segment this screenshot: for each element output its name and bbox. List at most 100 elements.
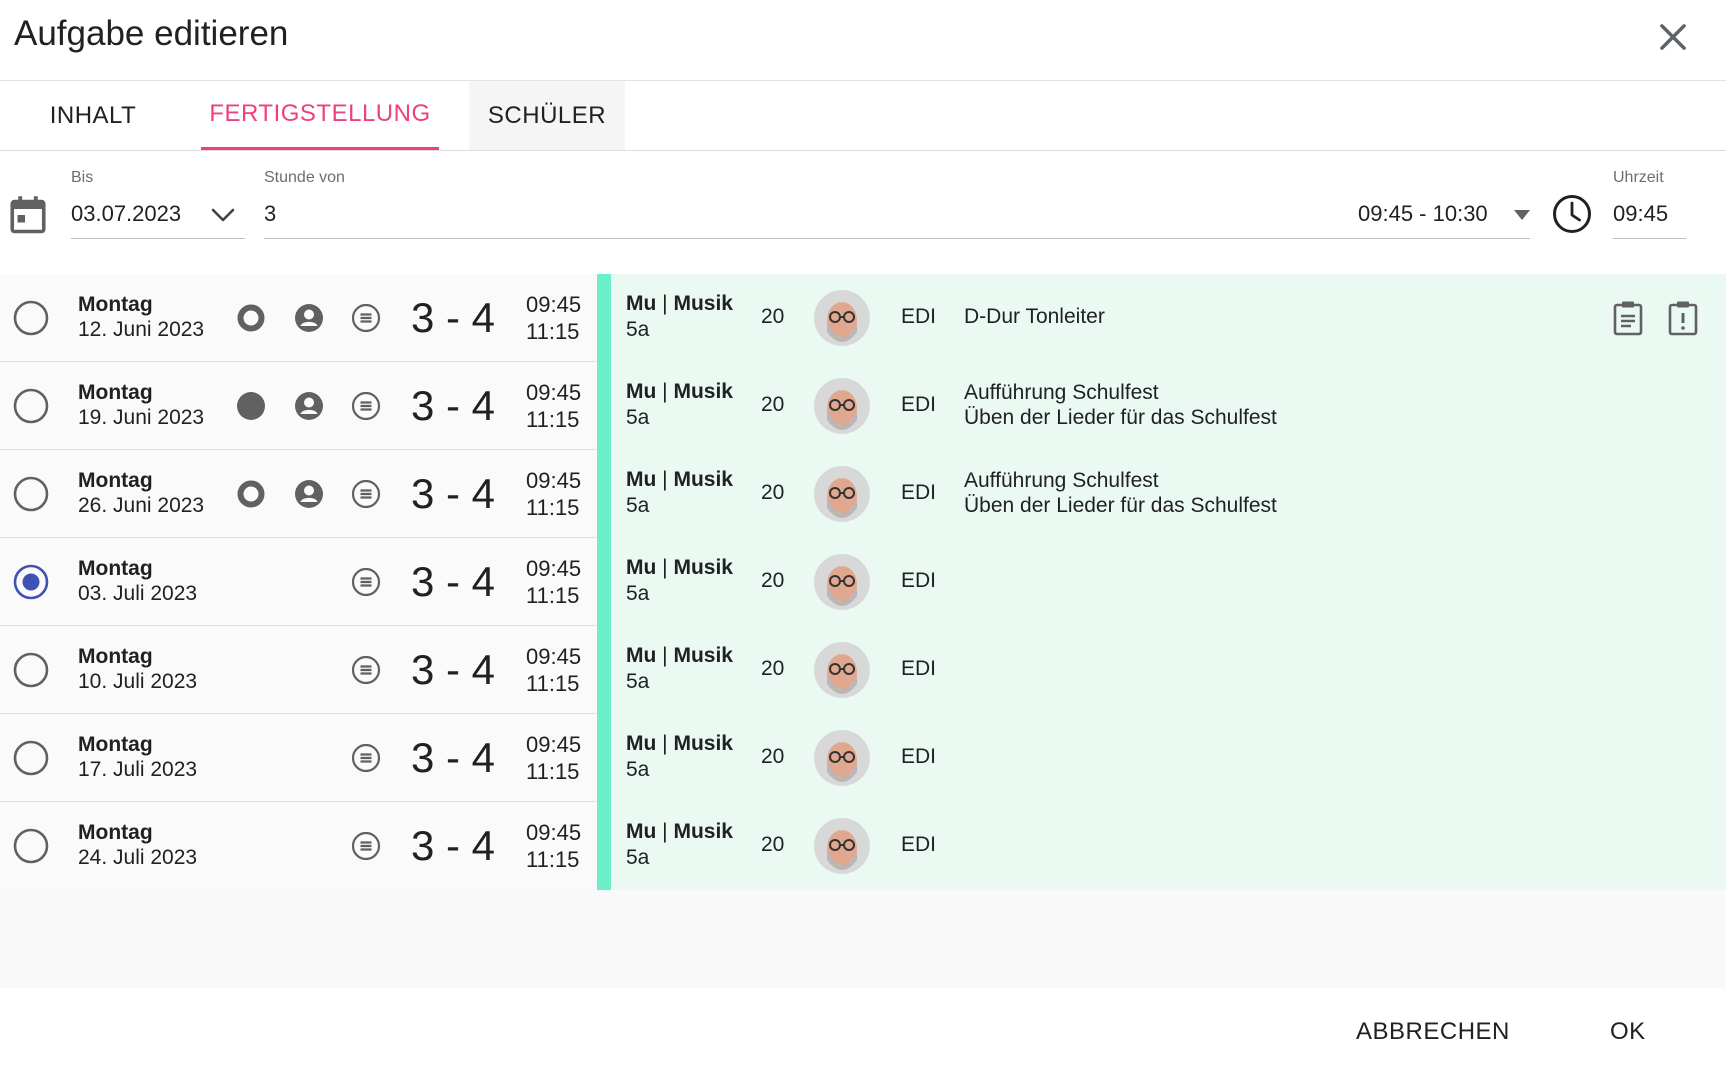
clipboard-icon[interactable] [1612,300,1644,336]
student-count: 20 [761,657,785,680]
lesson-end-time: 11:15 [526,319,580,344]
lesson-row[interactable]: Montag 24. Juli 2023 3 - 4 09:45 11:15 M… [0,802,1726,890]
lesson-subject: Mu | Musik [626,380,733,403]
lesson-class: 5a [626,318,650,341]
chevron-down-icon[interactable] [210,205,236,225]
radio-button[interactable] [13,652,49,688]
student-count: 20 [761,393,785,416]
lesson-day: Montag [78,381,153,404]
lesson-color-bar [597,362,611,450]
student-count: 20 [761,833,785,856]
lesson-start-time: 09:45 [526,292,582,317]
tab-fertigstellung[interactable]: FERTIGSTELLUNG [201,81,439,150]
teacher-code: EDI [901,657,937,680]
ring-icon [237,304,265,332]
lesson-row[interactable]: Montag 26. Juni 2023 3 - 4 09:45 11:15 M… [0,450,1726,538]
lesson-date: 24. Juli 2023 [78,846,198,869]
radio-button[interactable] [13,300,49,336]
lesson-color-bar [597,626,611,714]
account-circle-icon [295,480,323,508]
dialog-title: Aufgabe editieren [14,14,289,53]
stunde-time-range: 09:45 - 10:30 [1358,201,1488,226]
filled-circle-icon [237,392,265,420]
notes-circle-icon [351,743,381,773]
lesson-row[interactable]: Montag 19. Juni 2023 3 - 4 09:45 11:15 M… [0,362,1726,450]
lesson-list: Montag 12. Juni 2023 3 - 4 09:45 11:15 M… [0,274,1726,988]
lesson-row[interactable]: Montag 12. Juni 2023 3 - 4 09:45 11:15 M… [0,274,1726,362]
tab-bar: INHALT FERTIGSTELLUNG SCHÜLER [0,81,1726,151]
bis-date-input[interactable] [71,201,201,227]
student-count: 20 [761,481,785,504]
stunde-select[interactable] [264,201,324,227]
lesson-start-time: 09:45 [526,820,582,845]
lesson-topic: Aufführung Schulfest [964,381,1159,404]
lesson-end-time: 11:15 [526,583,580,608]
lesson-class: 5a [626,758,650,781]
lesson-periods: 3 - 4 [411,558,496,605]
radio-button[interactable] [13,828,49,864]
lesson-row[interactable]: Montag 03. Juli 2023 3 - 4 09:45 11:15 M… [0,538,1726,626]
student-count: 20 [761,305,785,328]
dialog-header: Aufgabe editieren [0,0,1726,81]
radio-button[interactable] [13,740,49,776]
teacher-avatar [814,290,870,346]
teacher-avatar [814,466,870,522]
lesson-date: 19. Juni 2023 [78,406,205,429]
lesson-topic-detail: Üben der Lieder für das Schulfest [964,494,1277,517]
lesson-topic-detail: Üben der Lieder für das Schulfest [964,406,1277,429]
notes-circle-icon [351,303,381,333]
ok-button[interactable]: OK [1610,1018,1646,1046]
teacher-code: EDI [901,745,937,768]
lesson-date: 26. Juni 2023 [78,494,205,517]
lesson-periods: 3 - 4 [411,646,496,693]
lesson-color-bar [597,274,611,362]
stunde-underline [264,238,1530,239]
lesson-topic: Aufführung Schulfest [964,469,1159,492]
notes-circle-icon [351,391,381,421]
uhrzeit-input[interactable] [1613,201,1693,227]
lesson-date: 12. Juni 2023 [78,318,205,341]
lesson-day: Montag [78,293,153,316]
lesson-start-time: 09:45 [526,644,582,669]
stunde-label: Stunde von [264,169,345,186]
lesson-start-time: 09:45 [526,380,582,405]
uhrzeit-underline [1613,238,1686,239]
lesson-day: Montag [78,557,153,580]
lesson-subject: Mu | Musik [626,732,733,755]
clipboard-alert-icon[interactable] [1667,300,1699,336]
lesson-color-bar [597,538,611,626]
account-circle-icon [295,304,323,332]
bis-label: Bis [71,169,94,186]
radio-button-selected[interactable] [13,564,49,600]
close-icon [1660,24,1686,50]
lesson-subject: Mu | Musik [626,468,733,491]
lesson-day: Montag [78,645,153,668]
close-button[interactable] [1654,18,1692,56]
lesson-row[interactable]: Montag 10. Juli 2023 3 - 4 09:45 11:15 M… [0,626,1726,714]
lesson-color-bar [597,714,611,802]
student-count: 20 [761,569,785,592]
teacher-avatar [814,378,870,434]
notes-circle-icon [351,567,381,597]
dropdown-arrow-icon[interactable] [1512,209,1532,221]
cancel-button[interactable]: ABBRECHEN [1356,1018,1510,1046]
lesson-subject: Mu | Musik [626,820,733,843]
lesson-end-time: 11:15 [526,759,580,784]
tab-inhalt[interactable]: INHALT [0,81,186,150]
lesson-periods: 3 - 4 [411,470,496,517]
lesson-day: Montag [78,733,153,756]
lesson-color-bar [597,450,611,538]
lesson-date: 17. Juli 2023 [78,758,198,781]
account-circle-icon [295,392,323,420]
date-time-form: Bis Stunde von 09:45 - 10:30 Uhrzeit [0,151,1726,271]
lesson-class: 5a [626,494,650,517]
uhrzeit-label: Uhrzeit [1613,169,1664,186]
radio-button[interactable] [13,476,49,512]
teacher-avatar [814,818,870,874]
lesson-start-time: 09:45 [526,556,582,581]
calendar-icon[interactable] [10,195,46,235]
tab-schueler[interactable]: SCHÜLER [469,81,625,150]
clock-icon[interactable] [1551,193,1593,235]
radio-button[interactable] [13,388,49,424]
lesson-row[interactable]: Montag 17. Juli 2023 3 - 4 09:45 11:15 M… [0,714,1726,802]
